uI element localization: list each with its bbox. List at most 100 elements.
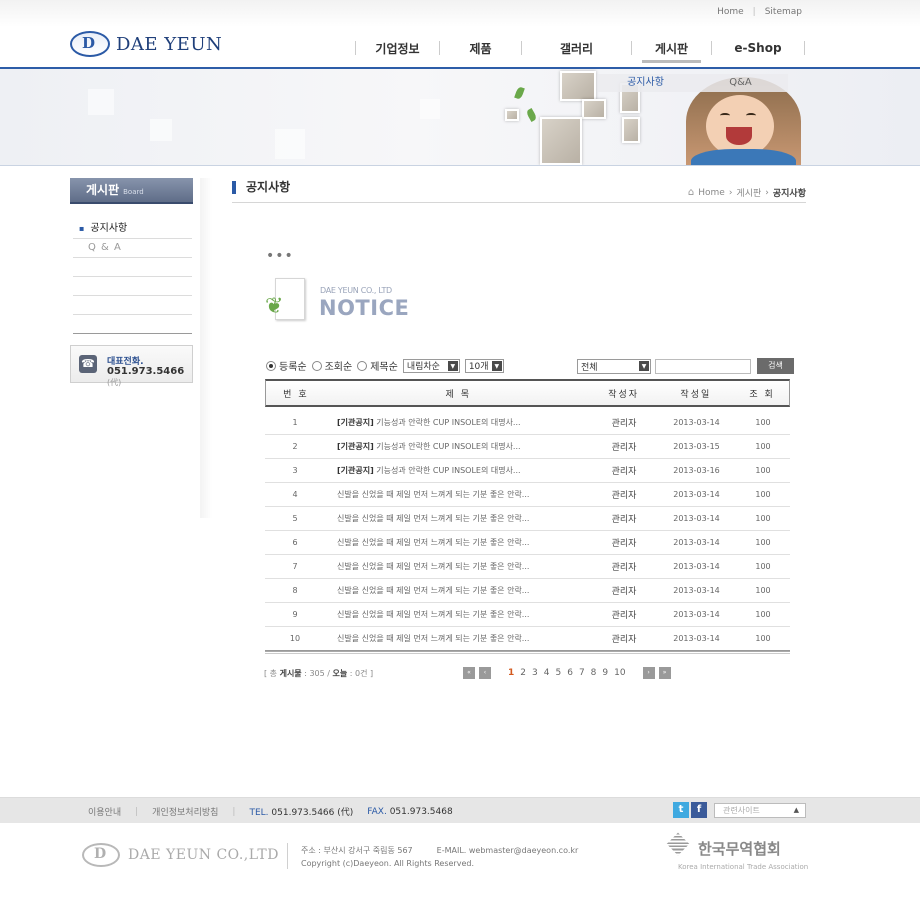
row-author: 관리자 bbox=[611, 587, 637, 597]
row-tag: [기관공지] bbox=[337, 418, 374, 427]
first-page-icon[interactable]: « bbox=[463, 667, 475, 679]
page-number[interactable]: 2 bbox=[519, 668, 527, 678]
row-number: 7 bbox=[292, 562, 298, 571]
page-number[interactable]: 6 bbox=[566, 668, 574, 678]
table-row[interactable]: 10 신발을 신었을 때 제일 먼저 느껴게 되는 기분 좋은 안락... 관리자 2… bbox=[265, 627, 790, 651]
page-number[interactable]: 5 bbox=[554, 668, 562, 678]
row-number: 5 bbox=[292, 514, 298, 523]
table-row[interactable]: 5 신발을 신었을 때 제일 먼저 느껴게 되는 기분 좋은 안락... 관리자 20… bbox=[265, 507, 790, 531]
row-author: 관리자 bbox=[611, 443, 637, 453]
sort-by-title[interactable]: 제목순 bbox=[357, 358, 398, 373]
row-title-text: 신발을 신었을 때 제일 먼저 느껴게 되는 기분 좋은 안락... bbox=[337, 562, 530, 571]
count-select[interactable]: 10개 ▼ bbox=[464, 358, 504, 373]
row-title[interactable]: [기관공지] 기능성과 안락한 CUP INSOLE의 대명사... bbox=[325, 465, 591, 476]
leaf-icon bbox=[514, 86, 525, 100]
row-title[interactable]: 신발을 신었을 때 제일 먼저 느껴게 되는 기분 좋은 안락... bbox=[325, 609, 591, 620]
twitter-icon[interactable]: t bbox=[673, 802, 689, 818]
next-page-icon[interactable]: › bbox=[642, 667, 655, 679]
search-input[interactable] bbox=[655, 358, 751, 374]
footer-logo: D DAE YEUN CO.,LTD bbox=[82, 843, 279, 867]
sort-by-views[interactable]: 조회순 bbox=[311, 358, 352, 373]
row-author: 관리자 bbox=[611, 491, 637, 501]
row-views: 100 bbox=[755, 442, 771, 451]
kita-logo-icon bbox=[666, 832, 690, 856]
chevron-down-icon: ▼ bbox=[446, 359, 459, 372]
row-author: 관리자 bbox=[611, 635, 637, 645]
row-title[interactable]: 신발을 신었을 때 제일 먼저 느껴게 되는 기분 좋은 안락... bbox=[325, 513, 591, 524]
nav-company[interactable]: 기업정보 bbox=[355, 41, 439, 56]
footer-email[interactable]: E-MAIL. webmaster@daeyeon.co.kr bbox=[437, 846, 579, 855]
page-number[interactable]: 7 bbox=[578, 668, 586, 678]
col-title: 제 목 bbox=[445, 389, 471, 400]
row-tag: [기관공지] bbox=[337, 466, 374, 475]
row-title[interactable]: 신발을 신었을 때 제일 먼저 느껴게 되는 기분 좋은 안락... bbox=[325, 561, 591, 572]
logo-text: DAE YEUN bbox=[116, 33, 223, 55]
table-row[interactable]: 1 [기관공지] 기능성과 안락한 CUP INSOLE의 대명사... 관리자 20… bbox=[265, 411, 790, 435]
row-title[interactable]: 신발을 신었을 때 제일 먼저 느껴게 되는 기분 좋은 안락... bbox=[325, 537, 591, 548]
page-number[interactable]: 10 bbox=[613, 668, 626, 678]
sidebar-empty-row bbox=[73, 315, 192, 334]
sidebar-item-notice[interactable]: 공지사항 bbox=[73, 220, 192, 239]
table-row[interactable]: 3 [기관공지] 기능성과 안락한 CUP INSOLE의 대명사... 관리자 20… bbox=[265, 459, 790, 483]
breadcrumb: ⌂ Home › 게시판 › 공지사항 bbox=[688, 186, 806, 199]
table-row[interactable]: 6 신발을 신었을 때 제일 먼저 느껴게 되는 기분 좋은 안락... 관리자 20… bbox=[265, 531, 790, 555]
table-row[interactable]: 4 신발을 신었을 때 제일 먼저 느껴게 되는 기분 좋은 안락... 관리자 20… bbox=[265, 483, 790, 507]
page-number[interactable]: 3 bbox=[531, 668, 539, 678]
footer-link-privacy[interactable]: 개인정보처리방침 bbox=[152, 805, 218, 818]
sidebar-shadow bbox=[200, 178, 212, 518]
chevron-down-icon: ▼ bbox=[638, 360, 650, 372]
nav-products[interactable]: 제품 bbox=[439, 41, 521, 56]
table-row[interactable]: 7 신발을 신었을 때 제일 먼저 느껴게 되는 기분 좋은 안락... 관리자 20… bbox=[265, 555, 790, 579]
leaf-icon bbox=[525, 108, 538, 122]
nav-eshop[interactable]: e-Shop bbox=[711, 41, 805, 55]
plant-icon: ❦ bbox=[265, 294, 284, 319]
sidebar-item-qa[interactable]: Q & A bbox=[73, 239, 192, 258]
notice-company: DAE YEUN CO., LTD bbox=[320, 286, 392, 295]
breadcrumb-board[interactable]: 게시판 bbox=[736, 186, 761, 199]
row-date: 2013-03-14 bbox=[673, 538, 720, 547]
nav-gallery[interactable]: 갤러리 bbox=[521, 41, 631, 56]
table-row[interactable]: 9 신발을 신었을 때 제일 먼저 느껴게 되는 기분 좋은 안락... 관리자 20… bbox=[265, 603, 790, 627]
facebook-icon[interactable]: f bbox=[691, 802, 707, 818]
row-title[interactable]: [기관공지] 기능성과 안락한 CUP INSOLE의 대명사... bbox=[325, 441, 591, 452]
last-page-icon[interactable]: » bbox=[658, 667, 671, 679]
subnav-notice[interactable]: 공지사항 bbox=[598, 74, 693, 92]
col-number: 번 호 bbox=[283, 389, 309, 400]
home-link[interactable]: Home bbox=[717, 7, 744, 17]
row-title[interactable]: 신발을 신었을 때 제일 먼저 느껴게 되는 기분 좋은 안락... bbox=[325, 633, 591, 644]
row-views: 100 bbox=[755, 490, 771, 499]
sidebar-empty-row bbox=[73, 277, 192, 296]
page-number[interactable]: 9 bbox=[601, 668, 609, 678]
title-underline bbox=[232, 202, 806, 203]
prev-page-icon[interactable]: ‹ bbox=[479, 667, 491, 679]
page-number[interactable]: 8 bbox=[590, 668, 598, 678]
post-count: [ 총 게시물 : 305 / 오늘 : 0건 ] bbox=[264, 669, 374, 678]
footer-link-guide[interactable]: 이용안내 bbox=[88, 805, 121, 818]
order-select[interactable]: 내림차순 ▼ bbox=[402, 358, 460, 373]
sitemap-link[interactable]: Sitemap bbox=[765, 7, 802, 17]
row-title[interactable]: [기관공지] 기능성과 안락한 CUP INSOLE의 대명사... bbox=[325, 417, 591, 428]
search-button[interactable]: 검색 bbox=[757, 358, 794, 374]
breadcrumb-current: 공지사항 bbox=[772, 189, 806, 199]
row-title-text: 기능성과 안락한 CUP INSOLE의 대명사... bbox=[373, 442, 521, 451]
nav-board[interactable]: 게시판 bbox=[631, 41, 711, 63]
row-tag: [기관공지] bbox=[337, 442, 374, 451]
category-select[interactable]: 전체 ▼ bbox=[577, 358, 651, 374]
breadcrumb-home[interactable]: Home bbox=[698, 188, 725, 198]
row-title-text: 신발을 신었을 때 제일 먼저 느껴게 되는 기분 좋은 안락... bbox=[337, 514, 530, 523]
table-row[interactable]: 2 [기관공지] 기능성과 안락한 CUP INSOLE의 대명사... 관리자 20… bbox=[265, 435, 790, 459]
table-row[interactable]: 8 신발을 신었을 때 제일 먼저 느껴게 되는 기분 좋은 안락... 관리자 20… bbox=[265, 579, 790, 603]
subnav-qa[interactable]: Q&A bbox=[693, 74, 788, 92]
logo[interactable]: D DAE YEUN bbox=[70, 31, 222, 57]
page-number[interactable]: 4 bbox=[543, 668, 551, 678]
page-number[interactable]: 1 bbox=[507, 668, 515, 678]
row-number: 10 bbox=[289, 634, 301, 643]
row-title[interactable]: 신발을 신었을 때 제일 먼저 느껴게 되는 기분 좋은 안락... bbox=[325, 585, 591, 596]
sort-by-date[interactable]: 등록순 bbox=[266, 358, 307, 373]
notice-heading: NOTICE bbox=[319, 296, 410, 320]
phone-number: 051.973.5466 (代) bbox=[107, 366, 185, 387]
related-sites-select[interactable]: 관련사이트 ▲ bbox=[714, 803, 806, 818]
col-author: 작성자 bbox=[608, 389, 640, 400]
page-title: 공지사항 bbox=[232, 181, 290, 194]
row-title[interactable]: 신발을 신었을 때 제일 먼저 느껴게 되는 기분 좋은 안락... bbox=[325, 489, 591, 500]
